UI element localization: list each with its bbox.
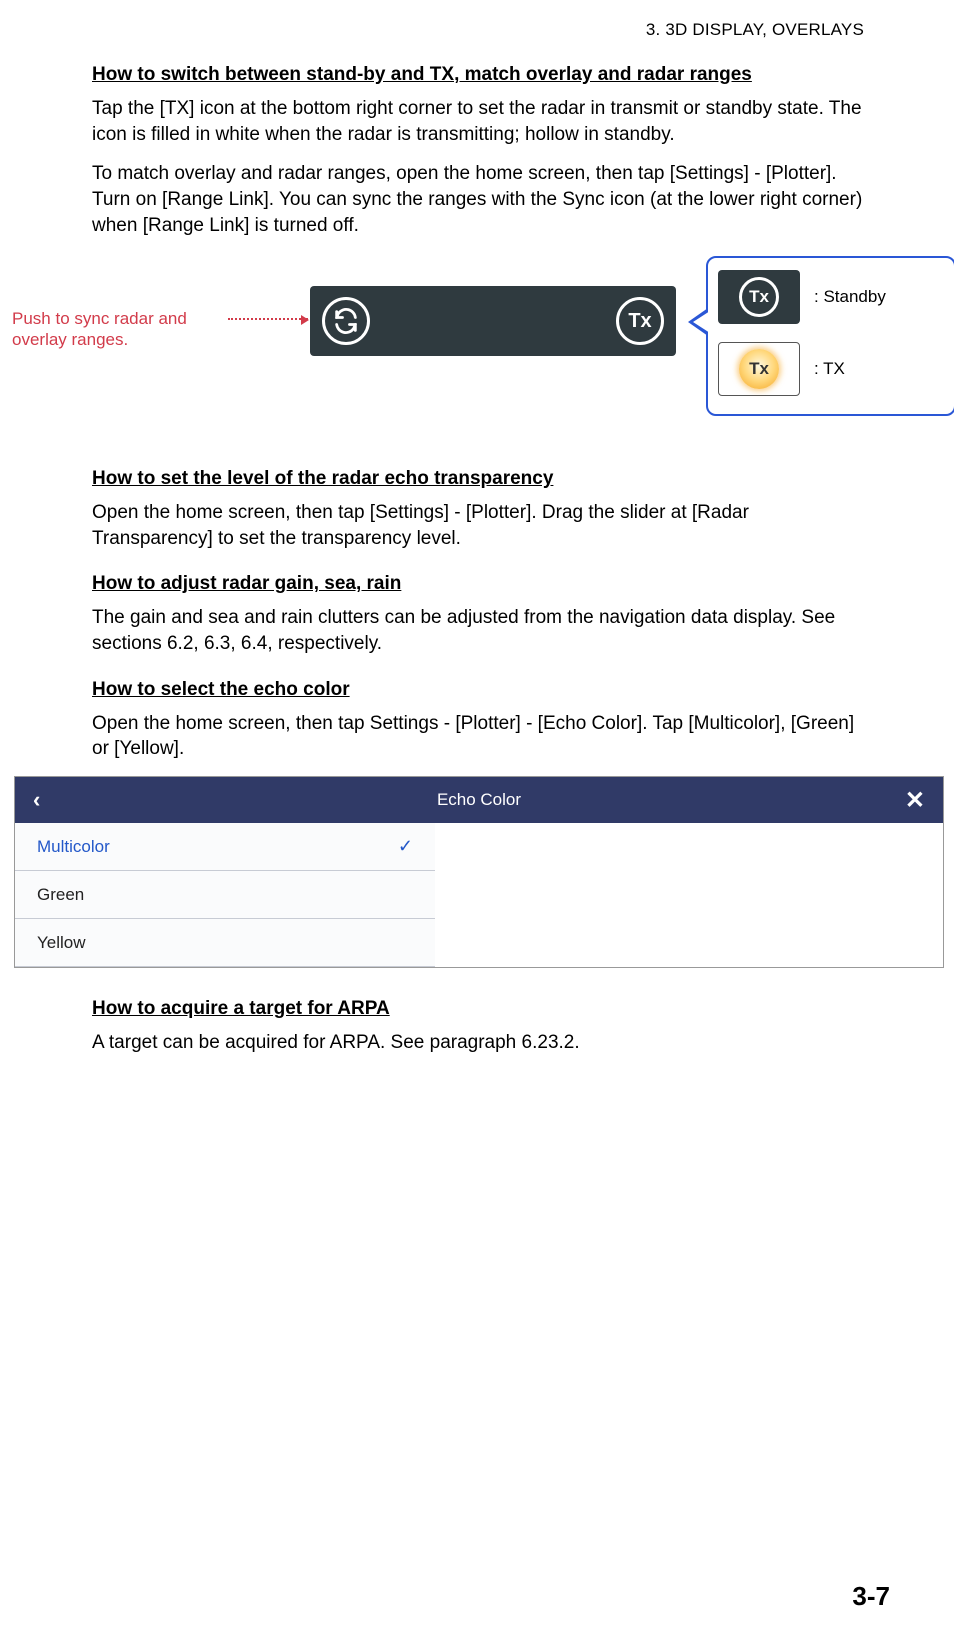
echo-color-menu: ‹ Echo Color ✕ Multicolor ✓ Green Yellow	[14, 776, 944, 968]
legend-label-standby: : Standby	[814, 287, 886, 307]
radar-bar-figure: Push to sync radar and overlay ranges. T…	[92, 266, 864, 426]
body-text: A target can be acquired for ARPA. See p…	[92, 1030, 864, 1056]
back-icon[interactable]: ‹	[33, 787, 40, 813]
echo-color-option-yellow[interactable]: Yellow	[15, 919, 435, 967]
menu-header: ‹ Echo Color ✕	[15, 777, 943, 823]
section-heading-transparency: How to set the level of the radar echo t…	[92, 468, 864, 490]
annotation-arrow	[228, 318, 308, 320]
sync-icon[interactable]	[322, 297, 370, 345]
standby-icon-preview: Tx	[718, 270, 800, 324]
echo-color-options-list: Multicolor ✓ Green Yellow	[15, 823, 435, 967]
check-icon: ✓	[398, 836, 413, 857]
body-text: Tap the [TX] icon at the bottom right co…	[92, 96, 864, 147]
echo-color-option-green[interactable]: Green	[15, 871, 435, 919]
tx-state-legend: Tx : Standby Tx : TX	[706, 256, 954, 416]
body-text: Open the home screen, then tap [Settings…	[92, 500, 864, 551]
legend-label-tx: : TX	[814, 359, 845, 379]
radar-control-bar: Tx	[310, 286, 676, 356]
body-text: The gain and sea and rain clutters can b…	[92, 605, 864, 656]
section-heading-switch-tx: How to switch between stand-by and TX, m…	[92, 64, 864, 86]
legend-row-tx: Tx : TX	[718, 342, 944, 396]
tx-toggle-icon[interactable]: Tx	[616, 297, 664, 345]
sync-annotation-label: Push to sync radar and overlay ranges.	[12, 308, 222, 351]
tx-icon-label: Tx	[749, 287, 769, 307]
tx-standby-icon: Tx	[739, 277, 779, 317]
chapter-header: 3. 3D DISPLAY, OVERLAYS	[92, 20, 864, 40]
tx-icon-label: Tx	[749, 359, 769, 379]
legend-row-standby: Tx : Standby	[718, 270, 944, 324]
tx-icon-preview: Tx	[718, 342, 800, 396]
section-heading-echo-color: How to select the echo color	[92, 679, 864, 701]
close-icon[interactable]: ✕	[905, 786, 925, 815]
option-label: Green	[37, 885, 84, 905]
page-number: 3-7	[852, 1581, 890, 1612]
section-heading-gain: How to adjust radar gain, sea, rain	[92, 573, 864, 595]
section-heading-arpa: How to acquire a target for ARPA	[92, 998, 864, 1020]
tx-active-icon: Tx	[739, 349, 779, 389]
echo-color-option-multicolor[interactable]: Multicolor ✓	[15, 823, 435, 871]
menu-title: Echo Color	[437, 790, 521, 810]
menu-detail-pane	[435, 823, 943, 967]
option-label: Yellow	[37, 933, 86, 953]
body-text: Open the home screen, then tap Settings …	[92, 711, 864, 762]
option-label: Multicolor	[37, 837, 110, 857]
body-text: To match overlay and radar ranges, open …	[92, 161, 864, 238]
tx-icon-label: Tx	[628, 310, 651, 333]
